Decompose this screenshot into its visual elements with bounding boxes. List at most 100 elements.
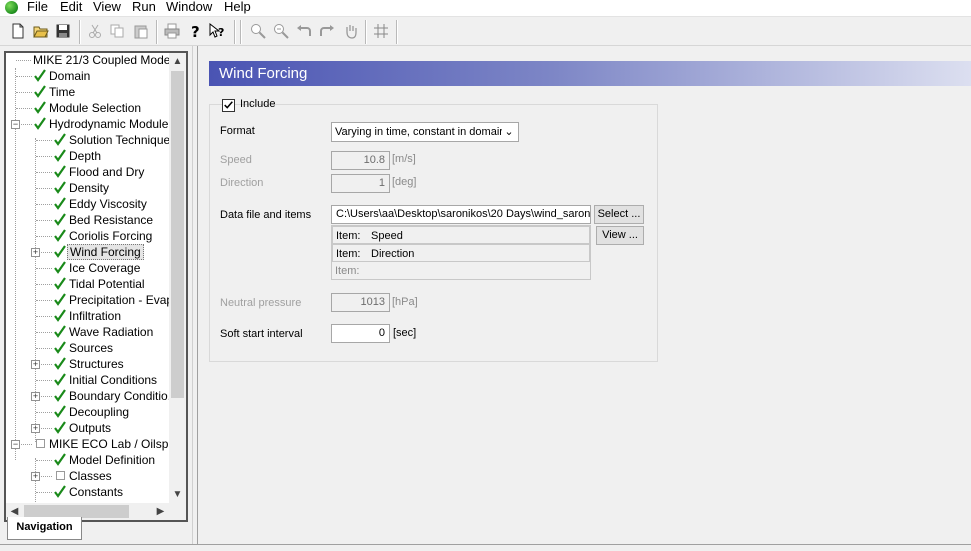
tree-item[interactable]: Time: [6, 84, 169, 100]
data-file-field[interactable]: C:\Users\aa\Desktop\saronikos\20 Days\wi…: [331, 205, 591, 224]
tree-item[interactable]: Flood and Dry: [6, 164, 169, 180]
copy-icon[interactable]: [107, 21, 127, 41]
tree-item[interactable]: + Structures: [6, 356, 169, 372]
expand-icon[interactable]: +: [31, 392, 40, 401]
list-item[interactable]: Item: Speed: [332, 226, 590, 244]
tree-item[interactable]: Precipitation - Evapor: [6, 292, 169, 308]
tree-item-label: Domain: [49, 69, 91, 83]
tree-connector: [36, 284, 52, 285]
direction-field[interactable]: 1: [331, 174, 390, 193]
tree-item[interactable]: + Classes: [6, 468, 169, 484]
format-select-value: Varying in time, constant in domair: [335, 126, 503, 138]
tree-item[interactable]: Model Definition: [6, 452, 169, 468]
tree-item[interactable]: − Hydrodynamic Module: [6, 116, 169, 132]
tree-item-label: Eddy Viscosity: [69, 197, 147, 211]
vertical-scroll-thumb[interactable]: [171, 71, 184, 398]
view-file-button[interactable]: View ...: [596, 226, 644, 245]
list-item[interactable]: Item:: [332, 262, 590, 280]
forward-icon[interactable]: [317, 21, 337, 41]
context-help-icon[interactable]: ?: [207, 21, 227, 41]
expand-icon[interactable]: +: [31, 248, 40, 257]
tree-item[interactable]: MIKE 21/3 Coupled Model ...: [6, 53, 169, 68]
soft-start-label: Soft start interval: [220, 328, 303, 340]
collapse-icon[interactable]: −: [11, 120, 20, 129]
tree-item-label: Wave Radiation: [69, 325, 154, 339]
checkmark-icon: [54, 373, 66, 386]
tree-item[interactable]: Ice Coverage: [6, 260, 169, 276]
select-file-button[interactable]: Select ...: [594, 205, 644, 224]
tree-item-label: Coriolis Forcing: [69, 229, 153, 243]
scroll-right-arrow-icon[interactable]: ▶: [152, 503, 169, 520]
soft-start-field[interactable]: 0: [331, 324, 390, 343]
tree-item[interactable]: Constants: [6, 484, 169, 500]
tree-item[interactable]: + Wind Forcing: [6, 244, 169, 260]
new-icon[interactable]: [8, 21, 28, 41]
tree-item[interactable]: Bed Resistance: [6, 212, 169, 228]
tree-item[interactable]: Sources: [6, 340, 169, 356]
scroll-up-arrow-icon[interactable]: ▲: [169, 53, 186, 70]
back-icon[interactable]: [294, 21, 314, 41]
tree-item[interactable]: Depth: [6, 148, 169, 164]
tree-item[interactable]: Decoupling: [6, 404, 169, 420]
pan-icon[interactable]: [341, 21, 361, 41]
checkmark-icon: [34, 85, 46, 98]
expand-icon[interactable]: +: [31, 472, 40, 481]
print-icon[interactable]: [162, 21, 182, 41]
toolbar: ? ?: [0, 16, 971, 46]
tree-item-label: Constants: [69, 485, 124, 499]
neutral-pressure-field[interactable]: 1013: [331, 293, 390, 312]
expand-icon[interactable]: +: [31, 424, 40, 433]
tree-item[interactable]: + Outputs: [6, 420, 169, 436]
tree-item[interactable]: Solution Technique: [6, 132, 169, 148]
checkmark-icon: [54, 165, 66, 178]
tree-connector: [36, 268, 52, 269]
tab-navigation[interactable]: Navigation: [7, 517, 82, 540]
main-panel: Wind Forcing Include Format Varying in t…: [198, 46, 971, 544]
tree-item[interactable]: Coriolis Forcing: [6, 228, 169, 244]
tree-item[interactable]: − MIKE ECO Lab / Oilspill M: [6, 436, 169, 452]
tree-item[interactable]: Domain: [6, 68, 169, 84]
menu-window[interactable]: Window: [166, 0, 212, 16]
menu-help[interactable]: Help: [224, 0, 251, 16]
format-select[interactable]: Varying in time, constant in domair ⌄: [331, 122, 519, 142]
save-icon[interactable]: [53, 21, 73, 41]
tree-connector: [36, 412, 52, 413]
tree-item[interactable]: Eddy Viscosity: [6, 196, 169, 212]
checkmark-icon: [34, 69, 46, 82]
checkmark-icon: [54, 309, 66, 322]
zoom-out-icon[interactable]: [271, 21, 291, 41]
scroll-down-arrow-icon[interactable]: ▼: [169, 486, 186, 503]
tree-item[interactable]: Module Selection: [6, 100, 169, 116]
checkmark-icon: [54, 357, 66, 370]
grid-icon[interactable]: [371, 21, 391, 41]
tree-item[interactable]: Tidal Potential: [6, 276, 169, 292]
tree-item[interactable]: Initial Conditions: [6, 372, 169, 388]
checkmark-icon: [54, 421, 66, 434]
open-icon[interactable]: [31, 21, 51, 41]
tree-connector: [16, 92, 32, 93]
menu-run[interactable]: Run: [132, 0, 156, 16]
include-checkbox[interactable]: [222, 99, 235, 112]
cut-icon[interactable]: [85, 21, 105, 41]
chevron-down-icon[interactable]: ⌄: [502, 123, 516, 141]
expand-icon[interactable]: +: [31, 360, 40, 369]
zoom-in-icon[interactable]: [248, 21, 268, 41]
menu-edit[interactable]: Edit: [60, 0, 82, 16]
speed-field[interactable]: 10.8: [331, 151, 390, 170]
help-icon[interactable]: ?: [185, 21, 205, 41]
tree-item[interactable]: Infiltration: [6, 308, 169, 324]
items-list: Item: Speed Item: Direction Item:: [331, 225, 591, 280]
tree-item-label: Model Definition: [69, 453, 156, 467]
tree-item[interactable]: Density: [6, 180, 169, 196]
paste-icon[interactable]: [131, 21, 151, 41]
vertical-scrollbar[interactable]: ▲ ▼: [169, 53, 186, 503]
neutral-pressure-unit: [hPa]: [392, 296, 418, 308]
tree-connector: [36, 236, 52, 237]
collapse-icon[interactable]: −: [11, 440, 20, 449]
list-item[interactable]: Item: Direction: [332, 244, 590, 262]
menu-view[interactable]: View: [93, 0, 121, 16]
menu-file[interactable]: File: [27, 0, 48, 16]
tree-item-label: Structures: [69, 357, 124, 371]
tree-item[interactable]: + Boundary Conditio...: [6, 388, 169, 404]
tree-item[interactable]: Wave Radiation: [6, 324, 169, 340]
